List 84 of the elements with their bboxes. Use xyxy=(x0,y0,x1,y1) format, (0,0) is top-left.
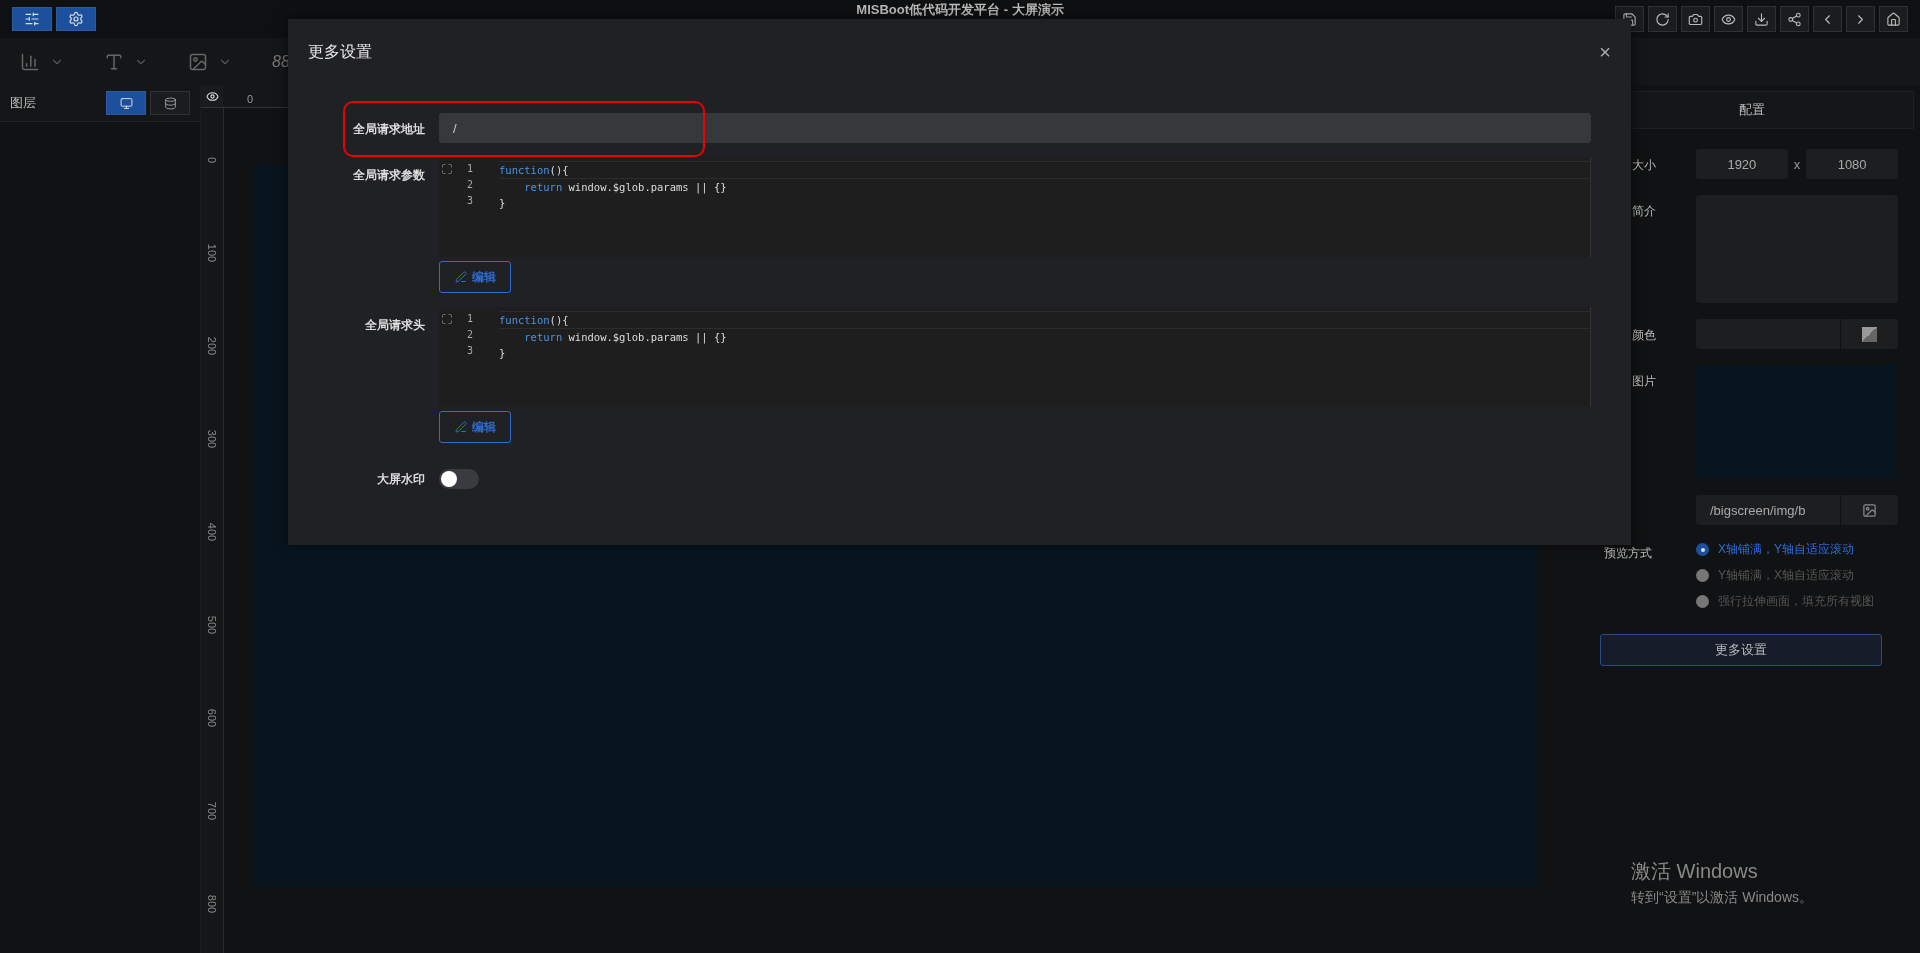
fullscreen-icon xyxy=(441,163,453,175)
component-tool[interactable] xyxy=(188,51,232,72)
panel-tab[interactable] xyxy=(150,91,190,115)
ruler-label: 600 xyxy=(206,708,218,728)
field-label: 大屏水印 xyxy=(377,471,425,488)
pen-icon xyxy=(454,271,467,283)
panel-tab[interactable] xyxy=(106,91,146,115)
image-path-input[interactable]: /bigscreen/img/b xyxy=(1696,495,1840,525)
ruler-label: 200 xyxy=(206,336,218,356)
line-number: 2 xyxy=(467,178,474,192)
ruler-label: 500 xyxy=(206,615,218,635)
toolbar-button[interactable] xyxy=(1681,6,1710,32)
dialog-title: 更多设置 xyxy=(308,41,372,62)
field-label: 颜色 xyxy=(1632,327,1657,344)
field-label: 简介 xyxy=(1632,203,1657,220)
watermark-switch[interactable] xyxy=(439,469,479,489)
sliders-icon xyxy=(24,11,40,27)
settings-icon xyxy=(68,11,84,27)
bar-chart-icon xyxy=(20,51,40,72)
radio-button[interactable] xyxy=(1696,595,1709,608)
toolbar-button[interactable] xyxy=(1780,6,1809,32)
more-settings-button[interactable]: 更多设置 xyxy=(1600,634,1882,666)
code-line: function(){ xyxy=(499,161,1590,179)
share-icon xyxy=(1787,11,1802,27)
url-input[interactable]: / xyxy=(439,113,1591,143)
field-label: 全局请求参数 xyxy=(353,167,425,184)
ruler-label: 700 xyxy=(206,801,218,821)
line-number: 1 xyxy=(467,312,474,326)
field-label: 全局请求头 xyxy=(365,317,425,334)
download-icon xyxy=(1754,11,1769,27)
app-title: MISBoot低代码开发平台 - 大屏演示 xyxy=(856,2,1064,17)
close-button[interactable]: × xyxy=(1599,42,1611,62)
activation-title: 激活 Windows xyxy=(1631,859,1759,884)
eye-icon xyxy=(205,89,219,103)
toolbar-button[interactable] xyxy=(1747,6,1776,32)
width-input[interactable]: 1920 xyxy=(1696,149,1788,179)
field-label: 大小 xyxy=(1632,157,1657,174)
ruler-label: 300 xyxy=(206,429,218,449)
code-editor[interactable]: 1 2 3 function(){ return window.$glob.params || {} } xyxy=(439,307,1591,407)
field-label: 图片 xyxy=(1632,373,1657,390)
sliders-button[interactable] xyxy=(12,7,52,31)
refresh-icon xyxy=(1655,11,1670,27)
line-number: 3 xyxy=(467,194,474,208)
panel-title: 图层 xyxy=(10,94,36,112)
component-tool[interactable] xyxy=(20,51,64,72)
line-number: 2 xyxy=(467,328,474,342)
settings-button[interactable] xyxy=(56,7,96,31)
image-icon xyxy=(1862,502,1877,518)
color-picker-button[interactable] xyxy=(1840,319,1898,349)
ruler-label: 400 xyxy=(206,522,218,542)
code-line: } xyxy=(499,196,507,211)
camera-icon xyxy=(1688,11,1703,27)
image-icon xyxy=(188,51,208,72)
home-icon xyxy=(1886,11,1901,27)
toolbar-button[interactable] xyxy=(1648,6,1677,32)
ruler-label: 0 xyxy=(247,93,254,105)
code-line: } xyxy=(499,346,507,361)
database-icon xyxy=(163,96,177,110)
height-input[interactable]: 1080 xyxy=(1806,149,1898,179)
code-line: function(){ xyxy=(499,311,1590,329)
monitor-icon xyxy=(119,96,133,110)
toolbar-button[interactable] xyxy=(1879,6,1908,32)
line-number: 3 xyxy=(467,344,474,358)
ruler-label: 0 xyxy=(206,156,218,164)
radio-label: X轴铺满，Y轴自适应滚动 xyxy=(1718,541,1854,558)
ruler-label: 800 xyxy=(206,894,218,914)
times-sign: x xyxy=(1793,156,1801,172)
radio-button[interactable] xyxy=(1696,569,1709,582)
activation-message: 转到“设置”以激活 Windows。 xyxy=(1631,889,1813,907)
image-picker-button[interactable] xyxy=(1840,495,1898,525)
toolbar-button[interactable] xyxy=(1714,6,1743,32)
line-number: 1 xyxy=(467,162,474,176)
pen-icon xyxy=(454,421,467,433)
ruler-label: 100 xyxy=(206,243,218,263)
code-line: return window.$glob.params || {} xyxy=(523,330,728,345)
radio-label: 强行拉伸画面，填充所有视图 xyxy=(1718,593,1874,610)
code-line: return window.$glob.params || {} xyxy=(523,180,728,195)
radio-button[interactable] xyxy=(1696,543,1709,556)
field-label: 全局请求地址 xyxy=(353,121,425,138)
radio-label: Y轴铺满，X轴自适应滚动 xyxy=(1718,567,1854,584)
fullscreen-icon xyxy=(441,313,453,325)
eye-icon xyxy=(1721,11,1736,27)
field-label: 预览方式 xyxy=(1604,545,1653,562)
code-editor[interactable]: 1 2 3 function(){ return window.$glob.params || {} } xyxy=(439,157,1591,257)
